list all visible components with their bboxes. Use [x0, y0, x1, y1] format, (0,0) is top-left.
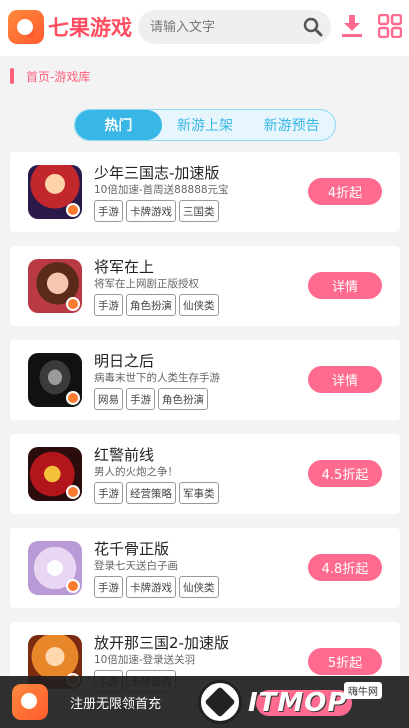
game-tag: 仙侠类 — [179, 294, 219, 316]
game-tag: 手游 — [94, 294, 123, 316]
game-tag: 手游 — [126, 388, 155, 410]
watermark: ITMOP 嗨牛网 — [198, 678, 409, 728]
game-desc: 男人的火炮之争！ — [94, 466, 178, 478]
game-tag: 三国类 — [179, 200, 219, 222]
game-tag: 角色扮演 — [158, 388, 208, 410]
game-desc: 登录七天送白子画 — [94, 560, 178, 572]
game-desc: 病毒末世下的人类生存手游 — [94, 372, 220, 384]
game-name[interactable]: 花千骨正版 — [94, 538, 169, 559]
logo-mark-icon — [8, 10, 44, 44]
game-card[interactable]: 花千骨正版 登录七天送白子画 手游 卡牌游戏 仙侠类 4.8折起 — [10, 528, 400, 608]
promo-text: 注册无限领首充 — [70, 697, 162, 712]
game-icon[interactable] — [28, 447, 82, 501]
discount-button[interactable]: 4.5折起 — [308, 460, 382, 487]
menu-grid-icon[interactable] — [378, 14, 402, 38]
breadcrumb: 首页-游戏库 — [10, 66, 90, 86]
watermark-text: ITMOP — [248, 688, 348, 718]
game-icon[interactable] — [28, 541, 82, 595]
game-tags: 手游 经营策略 军事类 — [94, 482, 222, 504]
search-icon[interactable] — [303, 17, 323, 37]
discount-button[interactable]: 4.8折起 — [308, 554, 382, 581]
breadcrumb-text[interactable]: 首页-游戏库 — [26, 68, 90, 85]
game-desc: 10倍加速-首周送88888元宝 — [94, 184, 229, 196]
game-name[interactable]: 放开那三国2-加速版 — [94, 632, 229, 653]
badge-icon — [66, 579, 80, 593]
tab-new-release[interactable]: 新游上架 — [162, 110, 249, 140]
game-name[interactable]: 红警前线 — [94, 444, 154, 465]
details-button[interactable]: 详情 — [308, 272, 382, 299]
game-tags: 手游 卡牌游戏 三国类 — [94, 200, 222, 222]
game-tag: 经营策略 — [126, 482, 176, 504]
top-header: 七果游戏 — [0, 0, 409, 56]
game-desc: 10倍加速-登录送关羽 — [94, 654, 196, 666]
watermark-tag: 嗨牛网 — [344, 682, 382, 699]
game-tag: 卡牌游戏 — [126, 200, 176, 222]
game-tag: 卡牌游戏 — [126, 576, 176, 598]
game-icon[interactable] — [28, 259, 82, 313]
tab-hot[interactable]: 热门 — [75, 110, 162, 140]
game-name[interactable]: 少年三国志-加速版 — [94, 162, 219, 183]
game-icon[interactable] — [28, 165, 82, 219]
game-card[interactable]: 少年三国志-加速版 10倍加速-首周送88888元宝 手游 卡牌游戏 三国类 4… — [10, 152, 400, 232]
game-tag: 网易 — [94, 388, 123, 410]
game-tag: 角色扮演 — [126, 294, 176, 316]
breadcrumb-marker — [10, 68, 14, 84]
badge-icon — [66, 391, 80, 405]
game-tag: 手游 — [94, 576, 123, 598]
search-box — [138, 10, 331, 44]
download-icon[interactable] — [341, 14, 363, 38]
game-name[interactable]: 明日之后 — [94, 350, 154, 371]
badge-icon — [66, 485, 80, 499]
game-tags: 手游 卡牌游戏 仙侠类 — [94, 576, 222, 598]
details-button[interactable]: 详情 — [308, 366, 382, 393]
game-card[interactable]: 将军在上 将军在上网剧正版授权 手游 角色扮演 仙侠类 详情 — [10, 246, 400, 326]
site-logo[interactable]: 七果游戏 — [8, 9, 132, 45]
discount-button[interactable]: 4折起 — [308, 178, 382, 205]
game-tags: 手游 角色扮演 仙侠类 — [94, 294, 222, 316]
app-logo-icon — [12, 684, 48, 720]
logo-text: 七果游戏 — [48, 16, 132, 40]
game-icon[interactable] — [28, 353, 82, 407]
discount-button[interactable]: 5折起 — [308, 648, 382, 675]
badge-icon — [66, 297, 80, 311]
badge-icon — [66, 203, 80, 217]
search-input[interactable] — [150, 19, 290, 35]
game-card[interactable]: 红警前线 男人的火炮之争！ 手游 经营策略 军事类 4.5折起 — [10, 434, 400, 514]
game-tag: 仙侠类 — [179, 576, 219, 598]
game-tabs: 热门 新游上架 新游预告 — [74, 109, 336, 141]
tab-upcoming[interactable]: 新游预告 — [248, 110, 335, 140]
game-name[interactable]: 将军在上 — [94, 256, 154, 277]
game-tags: 网易 手游 角色扮演 — [94, 388, 211, 410]
game-desc: 将军在上网剧正版授权 — [94, 278, 199, 290]
watermark-logo-icon — [198, 680, 242, 724]
game-tag: 军事类 — [179, 482, 219, 504]
game-tag: 手游 — [94, 482, 123, 504]
game-tag: 手游 — [94, 200, 123, 222]
game-card[interactable]: 明日之后 病毒末世下的人类生存手游 网易 手游 角色扮演 详情 — [10, 340, 400, 420]
